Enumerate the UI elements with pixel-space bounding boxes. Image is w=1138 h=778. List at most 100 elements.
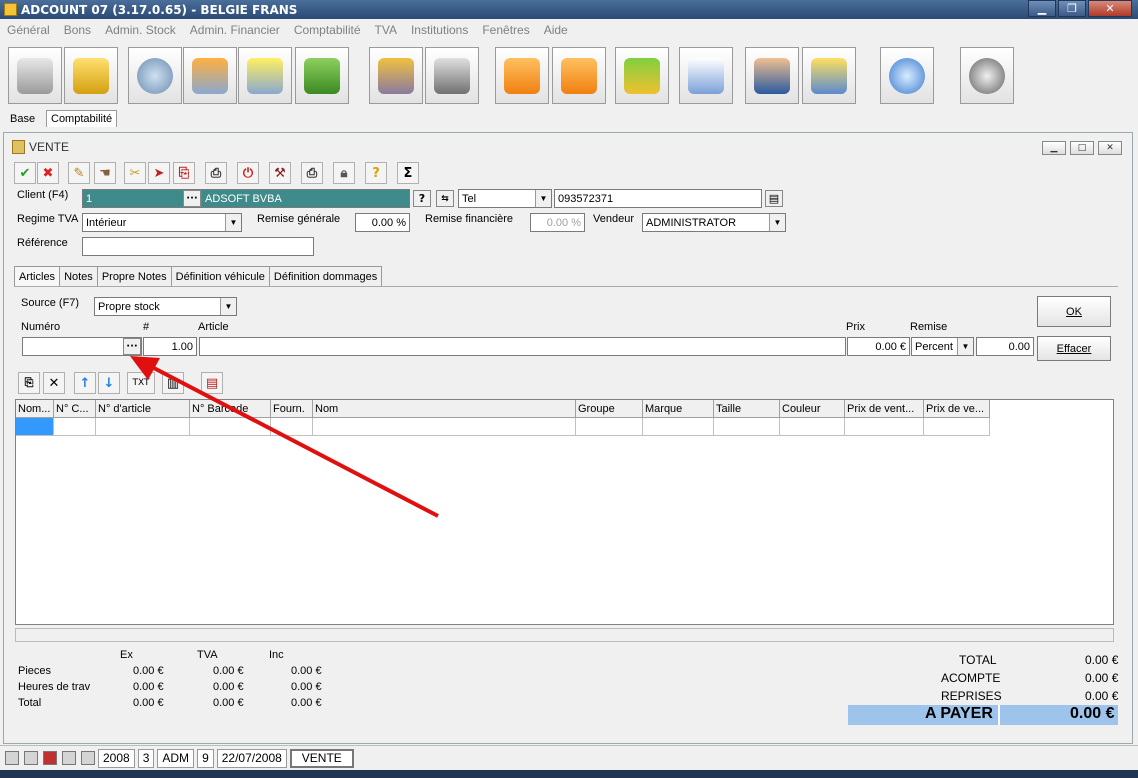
child-close-button[interactable]: ✕ (1098, 141, 1122, 155)
close-button[interactable]: ✕ (1088, 0, 1132, 17)
grid-cell[interactable] (924, 418, 990, 436)
chevron-down-icon[interactable]: ▼ (769, 214, 785, 231)
contact-value-field[interactable]: 093572371 (554, 189, 762, 208)
grid-cell[interactable] (576, 418, 643, 436)
upload-arrow-icon[interactable] (552, 47, 606, 104)
truck-icon[interactable] (802, 47, 856, 104)
cancel-x-icon[interactable]: ✖ (37, 162, 59, 184)
menu-admin-financier[interactable]: Admin. Financier (190, 23, 280, 37)
grid-cell[interactable] (714, 418, 780, 436)
chevron-down-icon[interactable]: ▼ (535, 190, 551, 207)
grid-header[interactable]: N° C... (54, 400, 96, 418)
contact-type-select[interactable]: Tel ▼ (458, 189, 552, 208)
grid-header[interactable]: Marque (643, 400, 714, 418)
menu-comptabilite[interactable]: Comptabilité (294, 23, 361, 37)
remise-financiere-input[interactable]: 0.00 % (530, 213, 585, 232)
monitor-bulb-icon[interactable] (238, 47, 292, 104)
help-icon[interactable]: ? (365, 162, 387, 184)
contact-notes-icon[interactable]: ▤ (765, 190, 783, 207)
restore-button[interactable]: ❐ (1058, 0, 1086, 17)
tab-definition-dommages[interactable]: Définition dommages (268, 266, 383, 286)
tab-comptabilite[interactable]: Comptabilité (46, 110, 118, 127)
notes-icon[interactable] (5, 751, 19, 765)
tab-notes[interactable]: Notes (59, 266, 98, 286)
ok-button[interactable]: OK (1037, 296, 1111, 327)
grid-header[interactable]: Prix de ve... (924, 400, 990, 418)
grid-header[interactable]: Nom... (16, 400, 54, 418)
settings-monitor-icon[interactable] (183, 47, 237, 104)
grid-header[interactable]: Prix de vent... (845, 400, 924, 418)
tab-articles[interactable]: Articles (14, 266, 61, 286)
menu-tva[interactable]: TVA (375, 23, 397, 37)
menu-admin-stock[interactable]: Admin. Stock (105, 23, 176, 37)
remise-generale-input[interactable]: 0.00 % (355, 213, 410, 232)
coins-icon[interactable] (64, 47, 118, 104)
menu-aide[interactable]: Aide (544, 23, 568, 37)
grid-header[interactable]: Groupe (576, 400, 643, 418)
window-download-icon[interactable] (679, 47, 733, 104)
book-icon[interactable] (295, 47, 349, 104)
minimize-button[interactable]: ▁ (1028, 0, 1056, 17)
confirm-check-icon[interactable]: ✔ (14, 162, 36, 184)
printer-icon[interactable]: ⎙ (301, 162, 323, 184)
import-arrows-icon[interactable] (615, 47, 669, 104)
reference-input[interactable] (82, 237, 314, 256)
disk-key-icon[interactable] (960, 47, 1014, 104)
client-browse-button[interactable]: ··· (183, 190, 201, 207)
vendeur-select[interactable]: ADMINISTRATOR ▼ (642, 213, 786, 232)
grid-cell[interactable] (845, 418, 924, 436)
document-box-icon[interactable] (369, 47, 423, 104)
cart-icon[interactable] (8, 47, 62, 104)
tab-base[interactable]: Base (6, 110, 39, 127)
tool-icon-2[interactable]: ☚ (94, 162, 116, 184)
chevron-down-icon[interactable]: ▼ (225, 214, 241, 231)
status-window-tab[interactable]: VENTE (289, 748, 354, 768)
source-select[interactable]: Propre stock ▼ (94, 297, 237, 316)
move-up-icon[interactable]: ↑ (74, 372, 96, 394)
menu-institutions[interactable]: Institutions (411, 23, 468, 37)
remise-value-input[interactable]: 0.00 (976, 337, 1034, 356)
lock-icon[interactable]: 🔒︎ (333, 162, 355, 184)
tool-icon-1[interactable]: ✎ (68, 162, 90, 184)
chevron-down-icon[interactable]: ▼ (220, 298, 236, 315)
move-down-icon[interactable]: ↓ (98, 372, 120, 394)
keys-icon[interactable] (425, 47, 479, 104)
grid-cell[interactable] (643, 418, 714, 436)
briefcase-icon[interactable] (43, 751, 57, 765)
tab-definition-vehicule[interactable]: Définition véhicule (170, 266, 270, 286)
grid-cell-selected[interactable] (16, 418, 54, 436)
menu-fenetres[interactable]: Fenêtres (482, 23, 529, 37)
grid-cell[interactable] (54, 418, 96, 436)
prix-input[interactable]: 0.00 € (847, 337, 910, 356)
print-icon[interactable]: ⎙ (205, 162, 227, 184)
tool-icon-4[interactable]: ➤ (148, 162, 170, 184)
client-help-icon[interactable]: ? (413, 190, 431, 207)
effacer-button[interactable]: Effacer (1037, 336, 1111, 361)
lightbulb-icon[interactable] (880, 47, 934, 104)
grid-header[interactable]: Taille (714, 400, 780, 418)
user-icon[interactable] (745, 47, 799, 104)
grid-delete-icon[interactable]: ✕ (43, 372, 65, 394)
child-maximize-button[interactable]: □ (1070, 141, 1094, 155)
gear-icon[interactable] (128, 47, 182, 104)
client-name-field[interactable]: ADSOFT BVBA (201, 189, 410, 208)
grid-edit-icon[interactable]: ⎘ (18, 372, 40, 394)
chevron-down-icon[interactable]: ▼ (957, 338, 973, 355)
power-icon[interactable]: ⏻ (237, 162, 259, 184)
download-arrow-icon[interactable] (495, 47, 549, 104)
regime-select[interactable]: Intérieur ▼ (82, 213, 242, 232)
tool-icon-3[interactable]: ✂ (124, 162, 146, 184)
menu-general[interactable]: Général (7, 23, 50, 37)
tool-icon-6[interactable]: ⚒ (269, 162, 291, 184)
child-minimize-button[interactable]: ▁ (1042, 141, 1066, 155)
calendar-icon[interactable] (62, 751, 76, 765)
sum-icon[interactable]: Σ (397, 162, 419, 184)
remise-type-select[interactable]: Percent ▼ (911, 337, 974, 356)
tool-icon-5[interactable]: ⎘ (173, 162, 195, 184)
menu-bons[interactable]: Bons (64, 23, 91, 37)
tab-propre-notes[interactable]: Propre Notes (96, 266, 172, 286)
client-swap-icon[interactable]: ⇆ (436, 190, 454, 207)
grid-cell[interactable] (780, 418, 845, 436)
grid-header[interactable]: Couleur (780, 400, 845, 418)
tags-icon[interactable] (24, 751, 38, 765)
